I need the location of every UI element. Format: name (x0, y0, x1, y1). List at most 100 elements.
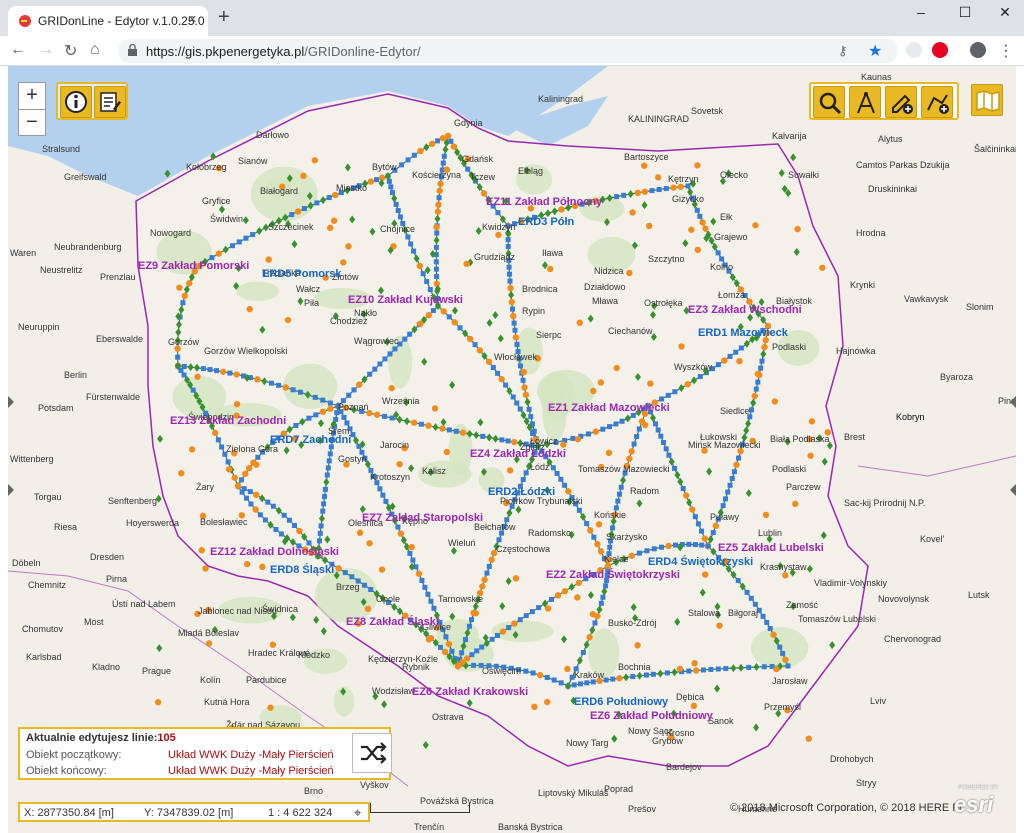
map-label: Olecko (720, 170, 749, 180)
map-label: Brzeg (336, 582, 360, 592)
station-point (712, 522, 719, 530)
map-label: Busko-Zdrój (608, 618, 657, 628)
station-point (554, 592, 562, 599)
map-label: Wodzisław (372, 686, 415, 696)
add-edit-button[interactable] (885, 86, 917, 118)
map-label: Poznań (338, 402, 369, 412)
map-label: Przemyśl (764, 702, 802, 712)
line-segment-point (293, 422, 299, 428)
key-icon[interactable]: ⚷ (838, 43, 848, 59)
measure-button[interactable] (849, 86, 881, 118)
line-segment-point (325, 465, 331, 471)
line-segment-point (368, 587, 374, 593)
station-point (364, 605, 372, 613)
map-label: Kaliningrad (538, 94, 584, 104)
swap-objects-button[interactable] (352, 733, 392, 773)
station-point (428, 140, 436, 148)
station-point (437, 180, 444, 187)
map-label: Tomaszów Lubelski (798, 614, 877, 624)
bookmark-star-icon[interactable]: ★ (868, 41, 882, 61)
close-window-button[interactable]: ✕ (990, 4, 1020, 24)
map-label: Stalowa (688, 608, 721, 618)
line-segment-point (630, 674, 636, 680)
pencil-add-icon (892, 94, 913, 114)
maximize-button[interactable]: ☐ (950, 4, 980, 24)
line-segment-point (372, 366, 378, 372)
line-segment-point (614, 194, 620, 200)
station-point (367, 178, 375, 185)
map-view[interactable]: Kaunas Kaliningrad KALININGRAD Sovetsk Alytu… (8, 66, 1016, 833)
station-point (761, 343, 768, 351)
pan-left-arrow-icon-2[interactable] (8, 484, 14, 496)
line-segment-point (484, 570, 490, 576)
tab-close-icon[interactable]: × (188, 11, 197, 28)
station-point (178, 470, 185, 477)
station-point (808, 418, 816, 425)
station-point (574, 435, 582, 443)
edit-list-button[interactable] (94, 86, 126, 118)
home-button[interactable]: ⌂ (90, 41, 100, 59)
station-point (265, 256, 272, 263)
station-point (451, 319, 458, 326)
line-segment-point (752, 601, 758, 607)
map-label: Radom (630, 486, 660, 496)
station-point (544, 698, 551, 706)
line-segment-point (399, 162, 405, 168)
end-object-label: Obiekt końcowy: (26, 765, 107, 777)
line-segment-point (227, 370, 233, 376)
address-bar[interactable]: https://gis.pkpenergetyka.pl/GRIDonline-… (118, 39, 898, 63)
line-segment-point (591, 534, 597, 540)
basemap-button[interactable] (971, 84, 1003, 116)
station-point (647, 380, 654, 387)
map-label: Berlin (64, 370, 88, 380)
info-button[interactable] (60, 86, 92, 118)
line-segment-point (290, 387, 296, 393)
pan-left-arrow-icon[interactable] (8, 396, 14, 408)
map-label: Alytus (878, 134, 903, 144)
station-point (595, 521, 603, 528)
zone-label: ERD1 Mazowieck (698, 327, 788, 339)
station-point (219, 368, 227, 375)
station-point (436, 187, 443, 194)
line-segment-point (382, 356, 388, 362)
browser-menu-icon[interactable]: ⋮ (998, 41, 1014, 61)
station-point (253, 491, 260, 499)
pan-right-arrow-icon[interactable] (1010, 396, 1016, 408)
line-segment-point (322, 486, 328, 492)
map-label: Lublin (758, 528, 783, 538)
forward-button[interactable]: → (38, 41, 54, 59)
browser-tab[interactable]: GRIDonLine - Edytor v.1.0.25.0 × (8, 6, 208, 36)
browser-toolbar: ← → ↻ ⌂ https://gis.pkpenergetyka.pl/GRI… (0, 36, 1024, 66)
line-segment-point (666, 452, 672, 458)
station-point (202, 565, 209, 572)
station-point (616, 675, 623, 682)
line-segment-point (457, 325, 463, 331)
reload-button[interactable]: ↻ (64, 41, 77, 61)
line-segment-point (405, 234, 411, 240)
line-segment-point (744, 589, 750, 595)
zone-label: EZ9 Zakład Pomorski (138, 260, 250, 272)
extension-icon[interactable] (906, 42, 922, 58)
zoom-in-button[interactable]: + (19, 83, 45, 109)
line-segment-point (584, 680, 590, 686)
crosshair-icon[interactable]: ⌖ (354, 805, 361, 821)
profile-avatar-icon[interactable] (970, 42, 986, 58)
station-point (592, 428, 599, 435)
back-button[interactable]: ← (10, 41, 26, 59)
line-segment-point (650, 671, 656, 677)
zoom-out-button[interactable]: − (19, 110, 45, 136)
line-segment-point (621, 192, 627, 198)
line-segment-point (672, 389, 678, 395)
map-label: Neubrandenburg (54, 242, 122, 252)
pinterest-icon[interactable] (932, 42, 948, 58)
minimize-button[interactable]: – (906, 4, 936, 24)
map-label: Kutná Hora (204, 697, 250, 707)
add-line-button[interactable] (921, 86, 953, 118)
new-tab-button[interactable]: + (218, 7, 230, 27)
line-segment-point (262, 517, 268, 523)
zone-label: EZ3 Zakład Wschodni (688, 304, 802, 316)
edit-list-icon (100, 92, 121, 112)
search-button[interactable] (813, 86, 845, 118)
station-point (194, 373, 201, 380)
pan-right-arrow-icon-2[interactable] (1010, 484, 1016, 496)
